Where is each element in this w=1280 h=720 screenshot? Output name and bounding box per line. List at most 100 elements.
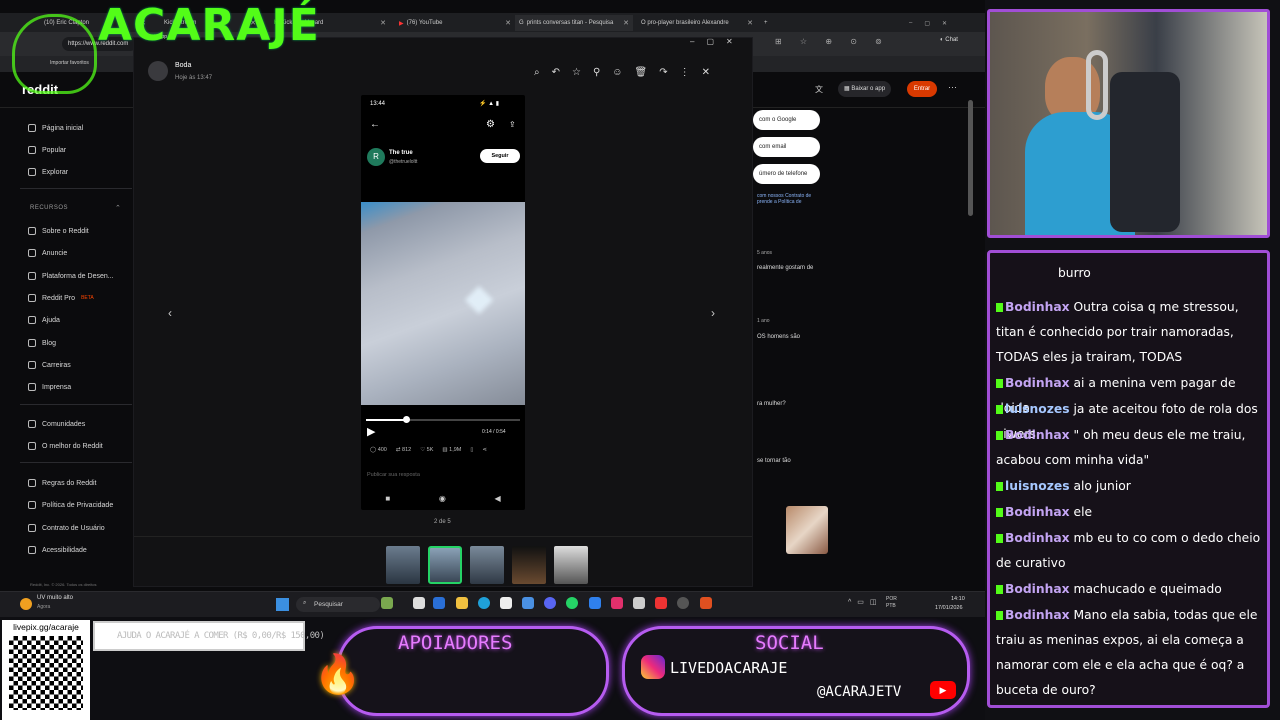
bookmark-icon[interactable]: ▯ bbox=[470, 447, 473, 453]
sidebar-item-reddit-pro[interactable]: Reddit Pro BETA bbox=[28, 291, 94, 305]
share-icon[interactable]: ⇪ bbox=[509, 120, 516, 129]
whatsapp-icon[interactable] bbox=[566, 597, 578, 609]
obs-icon[interactable] bbox=[677, 597, 689, 609]
sidebar-item-rules[interactable]: Regras do Reddit bbox=[28, 476, 96, 490]
chat-username[interactable]: Bodinhax bbox=[1005, 505, 1070, 519]
emoji-icon[interactable]: ☺ bbox=[612, 67, 622, 78]
share-icon[interactable]: ⋖ bbox=[482, 447, 487, 453]
reply-count[interactable]: ◯ 400 bbox=[370, 447, 387, 453]
window-controls[interactable]: –▢✕ bbox=[905, 15, 951, 31]
instagram-handle[interactable]: LIVEDOACARAJE bbox=[670, 659, 787, 677]
menu-icon[interactable]: ⋮ bbox=[680, 67, 690, 78]
qr-code[interactable] bbox=[9, 636, 83, 710]
next-arrow-icon[interactable]: › bbox=[711, 306, 715, 320]
app-icon[interactable] bbox=[522, 597, 534, 609]
get-app-button[interactable]: ▦ Baixar o app bbox=[838, 81, 892, 97]
sidebar-item-careers[interactable]: Carreiras bbox=[28, 358, 71, 372]
more-icon[interactable]: ⋯ bbox=[948, 82, 957, 93]
sidebar-item-help[interactable]: Ajuda bbox=[28, 313, 60, 327]
sidebar-item-developer[interactable]: Plataforma de Desen... bbox=[28, 269, 114, 283]
chat-username[interactable]: Bodinhax bbox=[1005, 428, 1070, 442]
post-snippet[interactable]: se tornar tão bbox=[757, 458, 837, 464]
avatar[interactable] bbox=[148, 61, 168, 81]
delete-icon[interactable]: 🗑 bbox=[635, 67, 648, 78]
scrollbar-thumb[interactable] bbox=[968, 100, 973, 216]
star-icon[interactable]: ☆ bbox=[572, 67, 581, 78]
app-icon[interactable] bbox=[633, 597, 645, 609]
forward-icon[interactable]: ↷ bbox=[659, 67, 667, 78]
sidebar-item-accessibility[interactable]: Acessibilidade bbox=[28, 543, 87, 557]
weather-icon[interactable] bbox=[20, 598, 32, 610]
weather-text[interactable]: UV muito alto bbox=[37, 595, 73, 601]
app-icon[interactable] bbox=[655, 597, 667, 609]
sidebar-item-privacy[interactable]: Política de Privacidade bbox=[28, 498, 113, 512]
back-icon[interactable]: ◀ bbox=[495, 494, 501, 503]
like-count[interactable]: ♡ 5K bbox=[420, 447, 433, 453]
prev-arrow-icon[interactable]: ‹ bbox=[168, 306, 172, 320]
chat-username[interactable]: Bodinhax bbox=[1005, 608, 1070, 622]
follow-button[interactable]: Seguir bbox=[480, 149, 520, 163]
toolbar-icons[interactable]: ⊞ ☆ ⊕ ⊙ ⊚ bbox=[775, 37, 890, 46]
login-button[interactable]: Entrar bbox=[907, 81, 937, 97]
discord-icon[interactable] bbox=[544, 597, 556, 609]
translate-icon[interactable]: 文 bbox=[815, 84, 823, 95]
play-icon[interactable]: ▶ bbox=[367, 425, 375, 438]
close-icon[interactable]: ✕ bbox=[747, 19, 753, 27]
sidebar-item-best-of[interactable]: O melhor do Reddit bbox=[28, 439, 103, 453]
chat-username[interactable]: Bodinhax bbox=[1005, 531, 1070, 545]
gear-icon[interactable]: ⚙ bbox=[486, 119, 495, 130]
sidebar-item-communities[interactable]: Comunidades bbox=[28, 417, 85, 431]
browser-tab[interactable]: O pro-player brasileiro Alexandre ✕ bbox=[637, 15, 757, 31]
store-icon[interactable] bbox=[500, 597, 512, 609]
chevron-up-icon[interactable]: ⌃ bbox=[115, 204, 121, 212]
clock[interactable]: 14:10 bbox=[951, 596, 965, 602]
zoom-icon[interactable]: ⌕ bbox=[534, 67, 540, 78]
login-google-button[interactable]: com o Google bbox=[753, 110, 820, 130]
chat-username[interactable]: Bodinhax bbox=[1005, 300, 1070, 314]
pin-icon[interactable]: ⚲ bbox=[593, 67, 600, 78]
thumbnail[interactable] bbox=[554, 546, 588, 584]
youtube-handle[interactable]: @ACARAJETV bbox=[817, 684, 901, 700]
app-icon[interactable] bbox=[589, 597, 601, 609]
chat-username[interactable]: luisnozes bbox=[1005, 479, 1070, 493]
task-view-icon[interactable] bbox=[413, 597, 425, 609]
resources-heading[interactable]: RECURSOS bbox=[30, 205, 68, 211]
video-progress-track[interactable] bbox=[366, 419, 520, 421]
sidebar-item-about[interactable]: Sobre o Reddit bbox=[28, 224, 89, 238]
close-icon[interactable]: ✕ bbox=[623, 19, 629, 27]
app-icon[interactable] bbox=[433, 597, 445, 609]
post-thumbnail[interactable] bbox=[786, 506, 828, 554]
instagram-icon[interactable] bbox=[611, 597, 623, 609]
chat-username[interactable]: Bodinhax bbox=[1005, 582, 1070, 596]
app-icon[interactable] bbox=[381, 597, 393, 609]
sidebar-item-popular[interactable]: Popular bbox=[28, 143, 66, 157]
post-snippet[interactable]: realmente gostam de bbox=[757, 265, 837, 271]
post-snippet[interactable]: OS homens são bbox=[757, 334, 837, 340]
window-controls[interactable]: –▢✕ bbox=[690, 37, 745, 46]
chat-username[interactable]: Bodinhax bbox=[1005, 376, 1070, 390]
sidebar-item-advertise[interactable]: Anuncie bbox=[28, 246, 67, 260]
sidebar-item-user-agreement[interactable]: Contrato de Usuário bbox=[28, 521, 105, 535]
new-tab-button[interactable]: + bbox=[760, 15, 774, 31]
repost-count[interactable]: ⇄ 812 bbox=[396, 447, 411, 453]
sidebar-item-explore[interactable]: Explorar bbox=[28, 165, 68, 179]
sidebar-item-home[interactable]: Página inicial bbox=[28, 121, 83, 135]
search-box[interactable]: Pesquisar bbox=[296, 597, 380, 612]
thumbnail[interactable] bbox=[512, 546, 546, 584]
chat-button[interactable]: ◐ Chat bbox=[940, 37, 958, 43]
sidebar-item-press[interactable]: Imprensa bbox=[28, 380, 71, 394]
app-icon[interactable] bbox=[700, 597, 712, 609]
tray-icons[interactable]: ^▭◫ bbox=[848, 598, 883, 606]
login-email-button[interactable]: com email bbox=[753, 137, 820, 157]
close-icon[interactable]: ✕ bbox=[505, 19, 511, 27]
edge-icon[interactable] bbox=[478, 597, 490, 609]
thumbnail[interactable] bbox=[470, 546, 504, 584]
recents-icon[interactable]: ■ bbox=[385, 494, 390, 503]
home-icon[interactable]: ◉ bbox=[439, 494, 446, 503]
sidebar-item-blog[interactable]: Blog bbox=[28, 336, 56, 350]
login-phone-button[interactable]: úmero de telefone bbox=[753, 164, 820, 184]
browser-tab[interactable]: ▶ (76) YouTube ✕ bbox=[395, 15, 515, 31]
folder-icon[interactable] bbox=[456, 597, 468, 609]
close-icon[interactable]: ✕ bbox=[702, 67, 710, 78]
close-icon[interactable]: ✕ bbox=[380, 19, 386, 27]
